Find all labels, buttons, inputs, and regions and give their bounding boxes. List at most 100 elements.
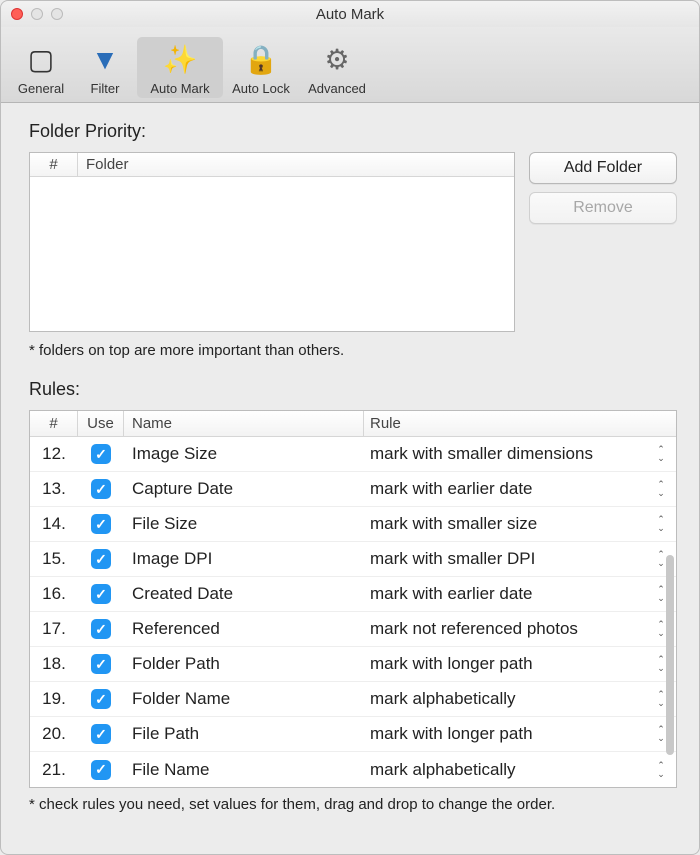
rule-name: Created Date xyxy=(124,584,364,604)
rule-use-checkbox[interactable]: ✓ xyxy=(78,689,124,710)
chevron-updown-icon xyxy=(653,512,669,536)
column-header-rule[interactable]: Rule xyxy=(364,411,676,436)
rule-value[interactable]: mark alphabetically xyxy=(364,760,646,780)
tab-label: Auto Mark xyxy=(137,81,223,96)
rule-number: 17. xyxy=(30,619,78,639)
rule-value[interactable]: mark with smaller dimensions xyxy=(364,444,646,464)
folder-priority-header: # Folder xyxy=(30,153,514,177)
rule-number: 12. xyxy=(30,444,78,464)
folder-priority-label: Folder Priority: xyxy=(29,121,677,142)
tab-label: General xyxy=(9,81,73,96)
rule-use-checkbox[interactable]: ✓ xyxy=(78,584,124,605)
wand-icon: ✨ xyxy=(137,41,223,79)
rule-number: 13. xyxy=(30,479,78,499)
rule-use-checkbox[interactable]: ✓ xyxy=(78,759,124,780)
rule-value[interactable]: mark with longer path xyxy=(364,724,646,744)
checkmark-icon: ✓ xyxy=(91,689,111,709)
table-row[interactable]: 19. ✓ Folder Namemark alphabetically xyxy=(30,682,676,717)
rule-number: 15. xyxy=(30,549,78,569)
chevron-updown-icon xyxy=(653,758,669,782)
rule-stepper[interactable] xyxy=(646,512,676,536)
gear-icon: ⚙ xyxy=(299,41,375,79)
tab-label: Filter xyxy=(73,81,137,96)
rule-number: 16. xyxy=(30,584,78,604)
column-header-name[interactable]: Name xyxy=(124,411,364,436)
table-row[interactable]: 15. ✓ Image DPImark with smaller DPI xyxy=(30,542,676,577)
checkmark-icon: ✓ xyxy=(91,444,111,464)
rule-use-checkbox[interactable]: ✓ xyxy=(78,654,124,675)
tab-general[interactable]: ▢ General xyxy=(9,37,73,98)
table-row[interactable]: 13. ✓ Capture Datemark with earlier date xyxy=(30,472,676,507)
checkmark-icon: ✓ xyxy=(91,584,111,604)
rule-use-checkbox[interactable]: ✓ xyxy=(78,619,124,640)
content-area: Folder Priority: # Folder Add Folder Rem… xyxy=(1,103,699,827)
rule-stepper[interactable] xyxy=(646,758,676,782)
checkmark-icon: ✓ xyxy=(91,479,111,499)
table-row[interactable]: 16. ✓ Created Datemark with earlier date xyxy=(30,577,676,612)
table-row[interactable]: 20. ✓ File Pathmark with longer path xyxy=(30,717,676,752)
rule-stepper[interactable] xyxy=(646,442,676,466)
checkmark-icon: ✓ xyxy=(91,514,111,534)
rule-value[interactable]: mark not referenced photos xyxy=(364,619,646,639)
table-row[interactable]: 18.✓Folder Pathmark with longer path xyxy=(30,647,676,682)
rule-value[interactable]: mark with longer path xyxy=(364,654,646,674)
checkmark-icon: ✓ xyxy=(91,760,111,780)
rule-name: Image DPI xyxy=(124,549,364,569)
rule-name: File Name xyxy=(124,760,364,780)
folder-priority-hint: * folders on top are more important than… xyxy=(29,342,677,359)
column-header-num[interactable]: # xyxy=(30,153,78,176)
tab-advanced[interactable]: ⚙ Advanced xyxy=(299,37,375,98)
column-header-use[interactable]: Use xyxy=(78,411,124,436)
rules-table: # Use Name Rule 12.✓Image Sizemark with … xyxy=(29,410,677,788)
rule-number: 19. xyxy=(30,689,78,709)
rule-value[interactable]: mark alphabetically xyxy=(364,689,646,709)
rule-number: 14. xyxy=(30,514,78,534)
tab-label: Advanced xyxy=(299,81,375,96)
chevron-updown-icon xyxy=(653,442,669,466)
folder-priority-table[interactable]: # Folder xyxy=(29,152,515,332)
rules-label: Rules: xyxy=(29,379,677,400)
rule-value[interactable]: mark with earlier date xyxy=(364,584,646,604)
rule-number: 20. xyxy=(30,724,78,744)
rules-body: 12.✓Image Sizemark with smaller dimensio… xyxy=(30,437,676,787)
tab-label: Auto Lock xyxy=(223,81,299,96)
tab-auto-mark[interactable]: ✨ Auto Mark xyxy=(137,37,223,98)
checkmark-icon: ✓ xyxy=(91,654,111,674)
rule-name: File Path xyxy=(124,724,364,744)
tab-auto-lock[interactable]: 🔒 Auto Lock xyxy=(223,37,299,98)
column-header-folder[interactable]: Folder xyxy=(78,153,514,176)
rule-use-checkbox[interactable]: ✓ xyxy=(78,724,124,745)
checkmark-icon: ✓ xyxy=(91,549,111,569)
column-header-num[interactable]: # xyxy=(30,411,78,436)
remove-folder-button: Remove xyxy=(529,192,677,224)
rule-use-checkbox[interactable]: ✓ xyxy=(78,549,124,570)
rule-name: Folder Name xyxy=(124,689,364,709)
funnel-icon: ▼ xyxy=(73,41,137,79)
rule-use-checkbox[interactable]: ✓ xyxy=(78,479,124,500)
table-row[interactable]: 17. ✓ Referencedmark not referenced photos xyxy=(30,612,676,647)
rule-value[interactable]: mark with earlier date xyxy=(364,479,646,499)
rule-stepper[interactable] xyxy=(646,477,676,501)
rule-name: File Size xyxy=(124,514,364,534)
table-row[interactable]: 21. ✓ File Namemark alphabetically xyxy=(30,752,676,787)
rules-hint: * check rules you need, set values for t… xyxy=(29,796,677,813)
add-folder-button[interactable]: Add Folder xyxy=(529,152,677,184)
lock-icon: 🔒 xyxy=(223,41,299,79)
rule-use-checkbox[interactable]: ✓ xyxy=(78,514,124,535)
tab-filter[interactable]: ▼ Filter xyxy=(73,37,137,98)
rule-use-checkbox[interactable]: ✓ xyxy=(78,444,124,465)
rule-name: Referenced xyxy=(124,619,364,639)
rules-scrollbar[interactable] xyxy=(666,555,674,755)
rule-number: 21. xyxy=(30,760,78,780)
rules-header: # Use Name Rule xyxy=(30,411,676,437)
checkmark-icon: ✓ xyxy=(91,619,111,639)
rule-name: Capture Date xyxy=(124,479,364,499)
checkmark-icon: ✓ xyxy=(91,724,111,744)
window-title: Auto Mark xyxy=(1,6,699,23)
rule-value[interactable]: mark with smaller size xyxy=(364,514,646,534)
rule-value[interactable]: mark with smaller DPI xyxy=(364,549,646,569)
toolbar: ▢ General ▼ Filter ✨ Auto Mark 🔒 Auto Lo… xyxy=(1,27,699,103)
rule-number: 18. xyxy=(30,654,78,674)
table-row[interactable]: 12.✓Image Sizemark with smaller dimensio… xyxy=(30,437,676,472)
table-row[interactable]: 14. ✓ File Sizemark with smaller size xyxy=(30,507,676,542)
